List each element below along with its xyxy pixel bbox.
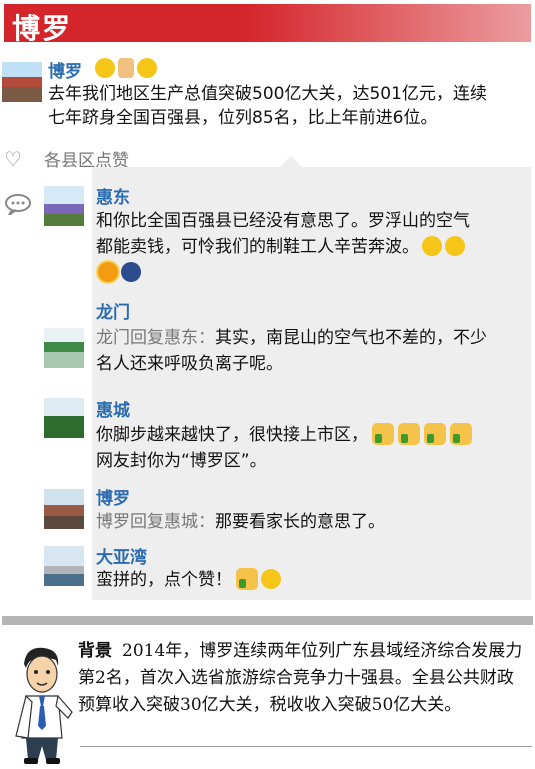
main-post: 博罗 去年我们地区生产总值突破500亿大关，达501亿元，连续 七年跻身全国百强… xyxy=(0,52,535,142)
avatar[interactable] xyxy=(44,489,84,529)
thumbs-up-icon xyxy=(236,568,258,590)
avatar[interactable] xyxy=(44,398,84,438)
moon-emoji-icon xyxy=(121,262,141,282)
avatar[interactable] xyxy=(44,186,84,226)
post-text: 去年我们地区生产总值突破500亿大关，达501亿元，连续 七年跻身全国百强县，位… xyxy=(48,84,487,128)
thumbs-up-icon xyxy=(424,423,446,445)
comment-text: 你脚步越来越快了，很快接上市区， 网友封你为“博罗区”。 xyxy=(96,422,532,474)
comment-text: 和你比全国百强县已经没有意思了。罗浮山的空气 都能卖钱，可怜我们的制鞋工人辛苦奔… xyxy=(96,208,532,286)
thumbs-up-icon xyxy=(372,423,394,445)
thumbs-up-icon xyxy=(398,423,420,445)
comment-text: 龙门回复惠东：其实，南昆山的空气也不差的，不少 名人还来呼吸负离子呢。 xyxy=(96,328,487,374)
reply-prefix[interactable]: 博罗回复惠城： xyxy=(96,512,215,532)
hand-emoji-icon xyxy=(118,58,134,78)
thumbs-up-icon xyxy=(450,423,472,445)
avatar[interactable] xyxy=(2,62,42,102)
comment-author[interactable]: 大亚湾 xyxy=(96,543,147,568)
section-divider xyxy=(2,616,533,625)
emoji-icon xyxy=(445,236,465,256)
comment-author[interactable]: 龙门 xyxy=(96,298,130,323)
comment-author[interactable]: 博罗 xyxy=(96,484,130,509)
sun-emoji-icon xyxy=(98,262,118,282)
comment-text: 博罗回复惠城：那要看家长的意思了。 xyxy=(96,512,385,532)
comment-author[interactable]: 惠城 xyxy=(96,396,130,421)
smile-emoji-icon xyxy=(261,569,281,589)
background-text: 背景 2014年，博罗连续两年位列广东县域经济综合发展力第2名，首次入选省旅游综合… xyxy=(78,641,523,715)
background-section: 背景 2014年，博罗连续两年位列广东县域经济综合发展力第2名，首次入选省旅游综合… xyxy=(0,628,535,769)
post-author[interactable]: 博罗 xyxy=(48,57,82,82)
emoji-icon xyxy=(95,58,115,78)
avatar[interactable] xyxy=(44,546,84,586)
smile-emoji-icon xyxy=(137,58,157,78)
comment-text: 蛮拼的，点个赞！ xyxy=(96,567,532,593)
cartoon-man-icon xyxy=(15,647,73,764)
background-label: 背景 xyxy=(78,641,112,661)
page-header: 博罗 xyxy=(4,4,531,45)
header-title: 博罗 xyxy=(12,12,73,45)
comment-bubble-icon[interactable] xyxy=(4,193,32,215)
reply-prefix[interactable]: 龙门回复惠东： xyxy=(96,328,215,348)
heart-icon[interactable]: ♡ xyxy=(4,147,22,171)
comment-author[interactable]: 惠东 xyxy=(96,183,130,208)
bottom-rule xyxy=(80,746,532,747)
avatar[interactable] xyxy=(44,328,84,368)
emoji-icon xyxy=(422,236,442,256)
